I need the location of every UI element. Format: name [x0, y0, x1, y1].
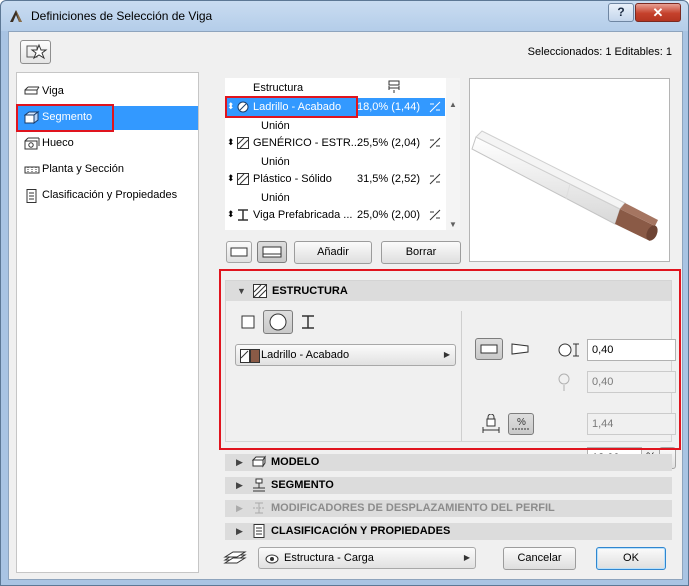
archicad-logo-icon — [10, 10, 22, 22]
reorder-handle-icon[interactable]: ⬍ — [227, 173, 235, 184]
nav-item-clasificacion[interactable]: Clasificación y Propiedades — [17, 184, 198, 208]
skin-settings-icon[interactable] — [428, 208, 442, 222]
dialog-window: Definiciones de Selección de Viga ? ✕ Se… — [0, 0, 689, 586]
favorites-button[interactable] — [20, 40, 51, 64]
expand-arrow-icon[interactable]: ▶ — [236, 526, 243, 537]
profile-modifier-icon — [253, 502, 265, 514]
nav-item-label: Clasificación y Propiedades — [42, 189, 178, 201]
nav-item-label: Planta y Sección — [42, 163, 124, 175]
expand-arrow-icon: ▶ — [236, 503, 243, 513]
section-title: MODIFICADORES DE DESPLAZAMIENTO DEL PERF… — [271, 502, 555, 514]
help-button[interactable]: ? — [608, 3, 634, 22]
beam-preview-image — [471, 130, 658, 241]
favorites-icon — [26, 43, 48, 60]
dialog-client: Seleccionados: 1 Editables: 1 Viga Segme… — [8, 31, 683, 580]
layer-combo-value: Estructura - Carga — [284, 552, 374, 564]
scroll-down-icon[interactable]: ▼ — [449, 220, 457, 229]
section-clasificacion[interactable]: ▶ CLASIFICACIÓN Y PROPIEDADES — [225, 523, 672, 540]
add-button[interactable]: Añadir — [294, 241, 372, 264]
beam-icon — [24, 86, 40, 95]
layer-row[interactable]: ⬍ GENÉRICO - ESTR... 25,5% (2,04) — [225, 134, 445, 152]
layer-list-scrollbar[interactable]: ▲ ▼ — [446, 78, 460, 230]
section-segmento[interactable]: ▶ SEGMENTO — [225, 477, 672, 494]
nav-item-hueco[interactable]: Hueco — [17, 132, 198, 156]
close-button[interactable]: ✕ — [635, 3, 681, 22]
profile-view-icon — [262, 246, 282, 258]
section-modificadores: ▶ MODIFICADORES DE DESPLAZAMIENTO DEL PE… — [225, 500, 672, 517]
document-icon — [253, 524, 265, 538]
section-title: CLASIFICACIÓN Y PROPIEDADES — [271, 525, 451, 537]
layer-row[interactable]: ⬍ Plástico - Sólido 31,5% (2,52) — [225, 170, 445, 188]
hatch-diagonal-icon — [237, 173, 249, 185]
ok-button[interactable]: OK — [596, 547, 666, 570]
layer-list-header: Estructura — [253, 82, 304, 94]
nav-item-planta-seccion[interactable]: Planta y Sección — [17, 158, 198, 182]
window-title: Definiciones de Selección de Viga — [31, 9, 213, 23]
view-profile-button[interactable] — [257, 241, 287, 263]
delete-button[interactable]: Borrar — [381, 241, 461, 264]
segment-settings-icon — [253, 478, 265, 492]
highlight-frame-structure — [219, 269, 681, 450]
hole-icon — [24, 137, 40, 150]
union-label: Unión — [261, 192, 290, 204]
document-icon — [26, 189, 37, 203]
section-title: MODELO — [271, 456, 320, 468]
eye-icon — [265, 554, 279, 564]
reorder-handle-icon[interactable]: ⬍ — [227, 137, 235, 148]
floor-plan-section-icon — [24, 166, 40, 174]
section-modelo[interactable]: ▶ MODELO — [225, 454, 672, 471]
cancel-button[interactable]: Cancelar — [503, 547, 576, 570]
skin-settings-icon[interactable] — [428, 172, 442, 186]
section-rect-icon — [230, 247, 248, 257]
layer-row[interactable]: ⬍ Viga Prefabricada ... 25,0% (2,00) — [225, 206, 445, 224]
reorder-handle-icon[interactable]: ⬍ — [227, 209, 235, 220]
layer-percent: 18,0% (1,44) — [357, 101, 420, 113]
layer-name: Viga Prefabricada ... — [253, 209, 353, 221]
layer-name: Plástico - Sólido — [253, 173, 332, 185]
model-icon — [252, 455, 266, 468]
i-profile-icon — [238, 209, 248, 221]
selection-info: Seleccionados: 1 Editables: 1 — [527, 46, 672, 58]
thickness-column-icon — [388, 80, 400, 93]
highlight-frame-segmento — [16, 104, 114, 132]
layer-percent: 25,5% (2,04) — [357, 137, 420, 149]
nav-item-viga[interactable]: Viga — [17, 80, 198, 104]
layer-percent: 31,5% (2,52) — [357, 173, 420, 185]
nav-item-label: Viga — [42, 85, 64, 97]
layers-icon — [223, 551, 247, 564]
preview-3d[interactable] — [469, 78, 670, 262]
union-label: Unión — [261, 156, 290, 168]
expand-arrow-icon[interactable]: ▶ — [236, 457, 243, 468]
title-bar[interactable]: Definiciones de Selección de Viga ? ✕ — [1, 1, 688, 31]
layer-name: GENÉRICO - ESTR... — [253, 137, 360, 149]
layer-percent: 25,0% (2,00) — [357, 209, 420, 221]
popup-arrow-icon: ▶ — [463, 553, 470, 562]
skin-settings-icon[interactable] — [428, 100, 442, 114]
panel-navigation: Viga Segmento Hueco Planta y Sección Cla… — [16, 72, 199, 573]
layer-popup[interactable]: Estructura - Carga ▶ — [258, 547, 476, 569]
hatch-diagonal-icon — [237, 137, 249, 149]
highlight-frame-layer — [225, 96, 358, 118]
union-label: Unión — [261, 120, 290, 132]
section-title: SEGMENTO — [271, 479, 334, 491]
expand-arrow-icon[interactable]: ▶ — [236, 480, 243, 491]
scroll-up-icon[interactable]: ▲ — [449, 100, 457, 109]
nav-item-label: Hueco — [42, 137, 74, 149]
view-section-button[interactable] — [226, 241, 252, 263]
skin-settings-icon[interactable] — [428, 136, 442, 150]
